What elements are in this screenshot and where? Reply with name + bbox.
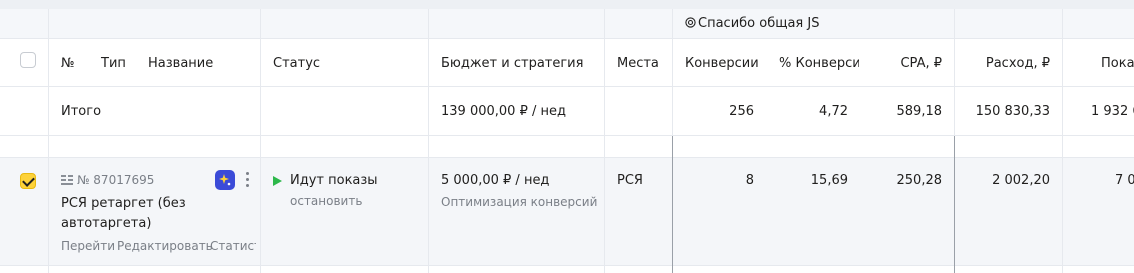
- campaign-impressions: 7 0: [1115, 173, 1134, 188]
- total-cpa: 589,18: [896, 104, 943, 119]
- goal-group-border-left: [672, 136, 673, 273]
- top-strip: [0, 0, 1134, 9]
- column-header-spend[interactable]: Расход, ₽: [958, 55, 1050, 73]
- campaign-strategy[interactable]: Оптимизация конверсий: [441, 193, 597, 211]
- column-header-budget[interactable]: Бюджет и стратегия: [441, 55, 583, 73]
- column-divider: [604, 9, 605, 273]
- total-budget: 139 000,00 ₽ / нед: [441, 104, 566, 119]
- select-all-checkbox[interactable]: [20, 52, 36, 68]
- campaign-name-line2[interactable]: автотаргета): [61, 215, 151, 233]
- campaign-type-icon: [61, 175, 73, 185]
- stop-link[interactable]: остановить: [290, 192, 362, 210]
- campaign-cpa: 250,28: [896, 173, 943, 188]
- column-header-name[interactable]: Название: [148, 55, 213, 73]
- column-divider: [48, 9, 49, 273]
- total-impressions: 1 932 6: [1091, 104, 1134, 119]
- campaign-conversions: 8: [745, 173, 754, 188]
- total-spend: 150 830,33: [975, 104, 1050, 119]
- stats-link[interactable]: Статист: [210, 237, 256, 255]
- total-conversions: 256: [729, 104, 754, 119]
- column-header-number[interactable]: №: [61, 55, 75, 73]
- goal-group-band: [0, 9, 1134, 39]
- column-header-type[interactable]: Тип: [101, 55, 126, 73]
- goal-group-border-right: [954, 136, 955, 273]
- go-link[interactable]: Перейти: [61, 237, 115, 255]
- target-icon: [685, 17, 696, 28]
- column-divider: [1062, 9, 1063, 273]
- campaign-places: РСЯ: [617, 173, 643, 188]
- column-divider: [428, 9, 429, 273]
- next-row: [0, 266, 1134, 273]
- goal-group-header[interactable]: Спасибо общая JS: [685, 15, 819, 33]
- column-header-impressions[interactable]: Пока: [1101, 55, 1134, 73]
- campaign-budget[interactable]: 5 000,00 ₽ / нед: [441, 172, 549, 190]
- column-header-conversion-rate[interactable]: % Конверсий: [779, 55, 859, 73]
- edit-link[interactable]: Редактировать: [117, 237, 213, 255]
- campaign-id: № 87017695: [77, 173, 155, 187]
- campaign-name-line1[interactable]: РСЯ ретаргет (без: [61, 195, 186, 213]
- row-checkbox[interactable]: [20, 173, 36, 189]
- total-label: Итого: [61, 104, 102, 119]
- status-text: Идут показы: [290, 173, 378, 188]
- column-divider: [260, 9, 261, 273]
- play-icon: [273, 176, 282, 186]
- campaign-spend: 2 002,20: [992, 173, 1050, 188]
- column-header-conversions[interactable]: Конверсии: [685, 55, 759, 73]
- goal-group-label: Спасибо общая JS: [698, 16, 820, 31]
- campaign-conversion-rate: 15,69: [810, 173, 848, 188]
- total-conversion-rate: 4,72: [819, 104, 848, 119]
- sparkle-icon: [219, 174, 231, 186]
- spacer-row: [0, 136, 1134, 158]
- more-menu-icon[interactable]: [246, 172, 250, 188]
- column-header-places[interactable]: Места: [617, 55, 659, 73]
- column-header-status[interactable]: Статус: [273, 55, 320, 73]
- ai-badge[interactable]: [215, 170, 235, 190]
- column-header-cpa[interactable]: CPA, ₽: [862, 55, 942, 73]
